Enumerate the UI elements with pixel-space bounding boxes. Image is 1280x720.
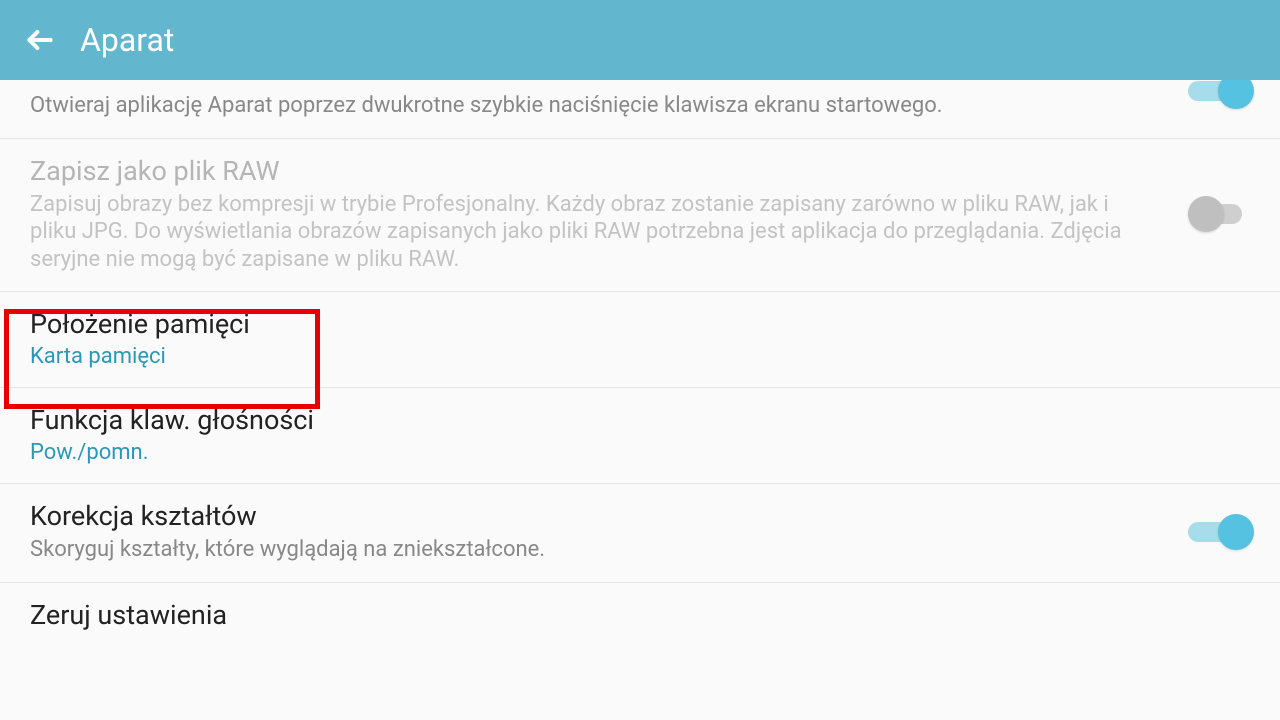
setting-desc: Otwieraj aplikację Aparat poprzez dwukro… — [30, 92, 1148, 120]
setting-storage-location[interactable]: Położenie pamięci Karta pamięci — [0, 292, 1280, 388]
toggle-quick-launch[interactable] — [1188, 80, 1250, 109]
setting-reset[interactable]: Zeruj ustawienia — [0, 583, 1280, 665]
setting-title: Funkcja klaw. głośności — [30, 404, 1210, 436]
setting-desc: Skoryguj kształty, które wyglądają na zn… — [30, 536, 1148, 564]
toggle-shape-correction[interactable] — [1188, 514, 1250, 550]
setting-desc: Zapisuj obrazy bez kompresji w trybie Pr… — [30, 191, 1148, 274]
setting-title: Zapisz jako plik RAW — [30, 155, 1148, 187]
app-header: Aparat — [0, 0, 1280, 80]
setting-title: Położenie pamięci — [30, 308, 1210, 340]
setting-value: Pow./pomn. — [30, 440, 1210, 465]
back-icon[interactable] — [20, 20, 60, 60]
setting-title: Korekcja kształtów — [30, 500, 1148, 532]
setting-volume-key[interactable]: Funkcja klaw. głośności Pow./pomn. — [0, 388, 1280, 484]
setting-raw: Zapisz jako plik RAW Zapisuj obrazy bez … — [0, 139, 1280, 293]
setting-value: Karta pamięci — [30, 344, 1210, 369]
page-title: Aparat — [80, 21, 174, 59]
toggle-raw — [1188, 196, 1250, 232]
setting-title: Zeruj ustawienia — [30, 599, 1210, 631]
settings-list: Otwieraj aplikację Aparat poprzez dwukro… — [0, 80, 1280, 720]
setting-quick-launch[interactable]: Otwieraj aplikację Aparat poprzez dwukro… — [0, 80, 1280, 139]
setting-shape-correction[interactable]: Korekcja kształtów Skoryguj kształty, kt… — [0, 484, 1280, 583]
